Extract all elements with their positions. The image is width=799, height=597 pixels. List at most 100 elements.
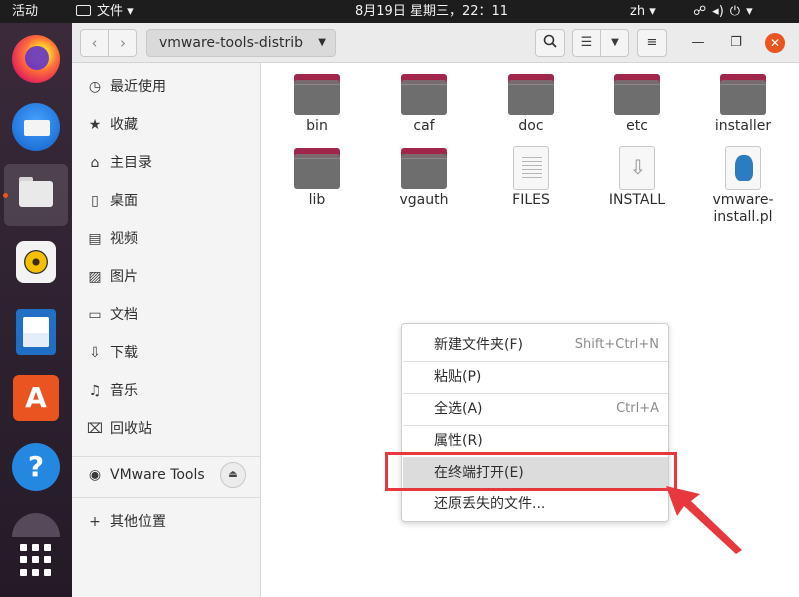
- sidebar-item-label: 桌面: [110, 193, 138, 209]
- sidebar-item-documents[interactable]: ▭ 文档: [72, 301, 260, 329]
- file-name: etc: [626, 118, 648, 134]
- sidebar-item-label: 其他位置: [110, 514, 166, 530]
- file-name: vgauth: [399, 192, 449, 208]
- file-item[interactable]: ⇩ INSTALL: [592, 146, 682, 209]
- minimize-button[interactable]: —: [688, 33, 708, 53]
- libreoffice-writer-icon[interactable]: [16, 309, 56, 355]
- sidebar-item-label: 图片: [110, 269, 138, 285]
- search-icon: [543, 34, 557, 48]
- menu-item-paste[interactable]: 粘贴(P): [403, 362, 668, 392]
- folder-icon: [76, 5, 91, 16]
- menu-item-label: 粘贴(P): [434, 369, 482, 385]
- app-grid-icon[interactable]: [20, 544, 52, 576]
- help-icon[interactable]: ?: [12, 443, 60, 491]
- sidebar-item-vmware-tools[interactable]: ◉ VMware Tools ⏏: [72, 461, 260, 489]
- sidebar-item-recent[interactable]: ◷ 最近使用: [72, 73, 260, 101]
- install-file-icon: ⇩: [614, 146, 660, 190]
- sidebar-item-label: 主目录: [110, 155, 152, 171]
- network-icon: ☍: [693, 4, 707, 19]
- folder-item[interactable]: bin: [272, 72, 362, 135]
- annotation-arrow: [666, 486, 742, 554]
- sidebar-item-pictures[interactable]: ▨ 图片: [72, 263, 260, 291]
- navigation-buttons: ‹ ›: [80, 29, 137, 57]
- sidebar-item-label: 回收站: [110, 421, 152, 437]
- folder-icon: [508, 72, 554, 116]
- perl-script-icon: [720, 146, 766, 190]
- software-store-icon[interactable]: A: [13, 375, 59, 421]
- menu-item-shortcut: Shift+Ctrl+N: [574, 337, 659, 352]
- clock[interactable]: 8月19日 星期三，22：11: [355, 0, 508, 23]
- path-bar-button[interactable]: vmware-tools-distrib ▼: [146, 29, 336, 57]
- system-tray[interactable]: ☍ ◂) ⏻ ▾: [693, 0, 759, 23]
- thunderbird-icon[interactable]: [12, 103, 60, 151]
- file-name-line: vmware-: [712, 192, 774, 208]
- dock-item-partial-icon[interactable]: [12, 513, 60, 537]
- sidebar-item-other-locations[interactable]: + 其他位置: [72, 508, 260, 536]
- folder-item[interactable]: lib: [272, 146, 362, 209]
- firefox-icon[interactable]: [12, 35, 60, 83]
- sidebar-item-label: 音乐: [110, 383, 138, 399]
- forward-button[interactable]: ›: [109, 30, 137, 56]
- star-icon: ★: [88, 117, 102, 133]
- sidebar-item-music[interactable]: ♫ 音乐: [72, 377, 260, 405]
- folder-icon: [720, 72, 766, 116]
- menu-item-label: 还原丢失的文件...: [434, 496, 546, 512]
- disc-icon: ◉: [88, 467, 102, 483]
- folder-item[interactable]: caf: [379, 72, 469, 135]
- sidebar-item-trash[interactable]: ⌧ 回收站: [72, 415, 260, 443]
- sidebar-item-desktop[interactable]: ▯ 桌面: [72, 187, 260, 215]
- view-options-dropdown[interactable]: ▼: [601, 30, 629, 56]
- sidebar-item-label: VMware Tools: [110, 467, 205, 483]
- app-menu-label: 文件: [97, 4, 124, 19]
- menu-item-label: 全选(A): [434, 401, 483, 417]
- file-name: caf: [413, 118, 435, 134]
- sidebar-item-videos[interactable]: ▤ 视频: [72, 225, 260, 253]
- picture-icon: ▨: [88, 269, 102, 285]
- folder-icon: [294, 72, 340, 116]
- file-name: INSTALL: [608, 192, 666, 208]
- recent-icon: ◷: [88, 79, 102, 95]
- folder-item[interactable]: etc: [592, 72, 682, 135]
- back-button[interactable]: ‹: [81, 30, 109, 56]
- folder-item[interactable]: vgauth: [379, 146, 469, 209]
- menu-item-restore-missing-files[interactable]: 还原丢失的文件...: [403, 489, 668, 519]
- folder-item[interactable]: doc: [486, 72, 576, 135]
- sidebar-item-starred[interactable]: ★ 收藏: [72, 111, 260, 139]
- app-menu-button[interactable]: 文件 ▾: [76, 0, 134, 23]
- files-icon[interactable]: [14, 171, 58, 215]
- close-button[interactable]: ✕: [765, 33, 785, 53]
- eject-icon: ⏏: [228, 469, 238, 480]
- download-icon: ⇩: [89, 345, 101, 361]
- menu-item-shortcut: Ctrl+A: [616, 401, 659, 416]
- list-view-button[interactable]: ☰: [573, 30, 601, 56]
- activities-button[interactable]: 活动: [12, 0, 38, 23]
- folder-icon: [294, 146, 340, 190]
- music-icon: ♫: [88, 383, 102, 399]
- context-menu: 新建文件夹(F) Shift+Ctrl+N 粘贴(P) 全选(A) Ctrl+A 属…: [401, 323, 669, 522]
- chevron-right-icon: ›: [120, 34, 126, 52]
- desktop-icon: ▯: [91, 193, 99, 209]
- search-button[interactable]: [535, 29, 565, 57]
- main-menu-button[interactable]: ≡: [637, 29, 667, 57]
- sidebar-item-home[interactable]: ⌂ 主目录: [72, 149, 260, 177]
- eject-button[interactable]: ⏏: [220, 462, 246, 488]
- trash-icon: ⌧: [86, 421, 104, 437]
- sidebar-divider: [72, 497, 260, 498]
- file-item[interactable]: vmware-install.pl: [698, 146, 788, 226]
- folder-icon: [401, 146, 447, 190]
- maximize-button[interactable]: ❐: [726, 33, 746, 53]
- minimize-icon: —: [691, 35, 705, 50]
- sidebar-item-downloads[interactable]: ⇩ 下载: [72, 339, 260, 367]
- sidebar-item-label: 视频: [110, 231, 138, 247]
- file-item[interactable]: FILES: [486, 146, 576, 209]
- folder-item[interactable]: installer: [698, 72, 788, 135]
- folder-icon: [614, 72, 660, 116]
- chevron-down-icon: ▾: [746, 4, 753, 19]
- annotation-highlight-box: [385, 452, 677, 491]
- menu-item-select-all[interactable]: 全选(A) Ctrl+A: [403, 394, 668, 424]
- file-name: bin: [306, 118, 328, 134]
- menu-item-new-folder[interactable]: 新建文件夹(F) Shift+Ctrl+N: [403, 330, 668, 360]
- document-icon: ▭: [88, 307, 102, 323]
- rhythmbox-icon[interactable]: [16, 241, 56, 283]
- input-method-indicator[interactable]: zh ▾: [630, 0, 656, 23]
